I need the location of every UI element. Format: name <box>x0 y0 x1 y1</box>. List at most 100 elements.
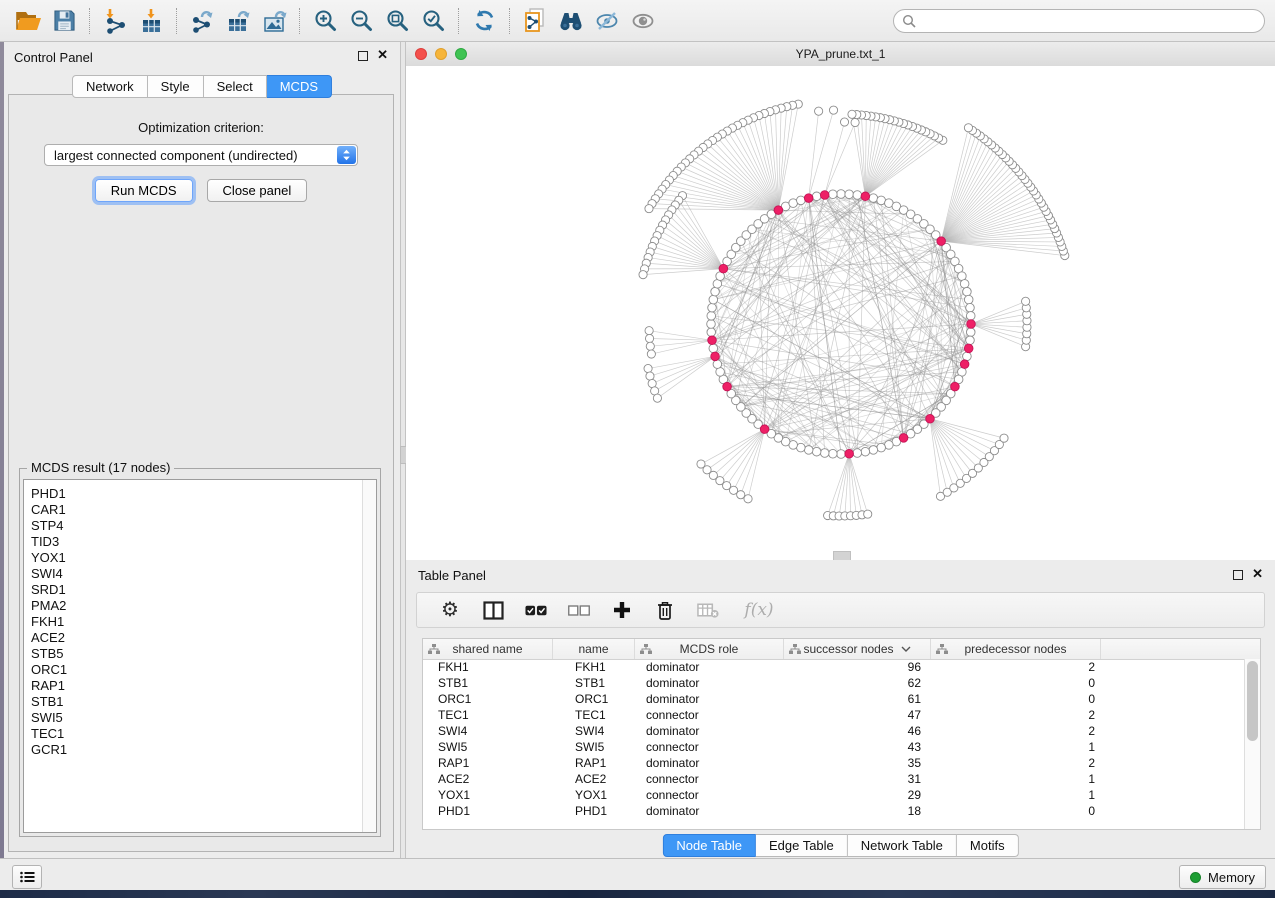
network-node[interactable] <box>869 194 878 203</box>
mcds-result-item[interactable]: FKH1 <box>31 614 376 630</box>
table-row[interactable]: SWI4SWI4dominator462 <box>423 723 1245 739</box>
network-node[interactable] <box>707 312 716 321</box>
function-builder-button[interactable]: f(x) <box>740 598 778 622</box>
memory-button[interactable]: Memory <box>1179 865 1266 889</box>
network-graph[interactable] <box>406 66 1275 560</box>
network-node[interactable] <box>815 107 823 115</box>
network-node[interactable] <box>829 106 837 114</box>
network-node[interactable] <box>647 350 655 358</box>
select-all-columns-button[interactable] <box>525 598 547 622</box>
network-node[interactable] <box>864 510 872 518</box>
network-node[interactable] <box>837 450 846 459</box>
network-node[interactable] <box>645 205 653 213</box>
network-node[interactable] <box>966 312 975 321</box>
network-node[interactable] <box>639 271 647 279</box>
network-node[interactable] <box>709 295 718 304</box>
dominator-node[interactable] <box>845 449 854 458</box>
open-file-button[interactable] <box>10 4 46 38</box>
import-network-button[interactable] <box>97 4 133 38</box>
mcds-result-item[interactable]: RAP1 <box>31 678 376 694</box>
network-node[interactable] <box>845 190 854 199</box>
mcds-result-item[interactable]: STB5 <box>31 646 376 662</box>
network-node[interactable] <box>1022 297 1030 305</box>
first-neighbors-button[interactable] <box>553 4 589 38</box>
criterion-select[interactable]: largest connected component (undirected) <box>44 144 358 166</box>
save-session-button[interactable] <box>46 4 82 38</box>
network-node[interactable] <box>853 449 862 458</box>
network-node[interactable] <box>645 334 653 342</box>
table-row[interactable]: FKH1FKH1dominator962 <box>423 659 1245 675</box>
network-node[interactable] <box>797 196 806 205</box>
dominator-node[interactable] <box>951 382 960 391</box>
mcds-result-item[interactable]: SRD1 <box>31 582 376 598</box>
dominator-node[interactable] <box>937 237 946 246</box>
network-node[interactable] <box>861 447 870 456</box>
network-node[interactable] <box>646 372 654 380</box>
mcds-result-item[interactable]: PMA2 <box>31 598 376 614</box>
table-row[interactable]: ORC1ORC1dominator610 <box>423 691 1245 707</box>
column-header-shared-name[interactable]: shared name <box>423 639 553 659</box>
network-node[interactable] <box>812 192 821 201</box>
dominator-node[interactable] <box>964 344 973 353</box>
delete-table-button[interactable] <box>697 598 719 622</box>
node-table[interactable]: shared namenameMCDS rolesuccessor nodesp… <box>422 638 1261 830</box>
dominator-node[interactable] <box>760 425 769 434</box>
import-table-button[interactable] <box>133 4 169 38</box>
dominator-node[interactable] <box>861 192 870 201</box>
network-node[interactable] <box>707 328 716 337</box>
network-node[interactable] <box>653 394 661 402</box>
hide-selected-button[interactable] <box>589 4 625 38</box>
mcds-result-item[interactable]: SWI4 <box>31 566 376 582</box>
network-node[interactable] <box>851 118 859 126</box>
run-mcds-button[interactable]: Run MCDS <box>95 179 193 202</box>
network-node[interactable] <box>711 287 720 296</box>
dominator-node[interactable] <box>708 336 717 345</box>
table-scrollbar[interactable] <box>1244 659 1260 829</box>
result-list-scrollbar[interactable] <box>362 480 376 832</box>
export-network-button[interactable] <box>184 4 220 38</box>
network-node[interactable] <box>713 360 722 369</box>
network-node[interactable] <box>812 447 821 456</box>
network-node[interactable] <box>966 328 975 337</box>
table-row[interactable]: SWI5SWI5connector431 <box>423 739 1245 755</box>
network-node[interactable] <box>964 295 973 304</box>
network-node[interactable] <box>877 443 886 452</box>
delete-column-button[interactable] <box>654 598 676 622</box>
network-node[interactable] <box>820 449 829 458</box>
network-node[interactable] <box>829 449 838 458</box>
scrollbar-thumb[interactable] <box>1247 661 1258 741</box>
network-node[interactable] <box>869 446 878 455</box>
float-window-icon[interactable] <box>1233 570 1243 580</box>
dominator-node[interactable] <box>926 414 935 423</box>
dominator-node[interactable] <box>711 352 720 361</box>
mcds-result-item[interactable]: STP4 <box>31 518 376 534</box>
close-panel-icon[interactable]: ✕ <box>1252 569 1263 579</box>
table-settings-button[interactable]: ⚙ <box>439 598 461 622</box>
deselect-all-columns-button[interactable] <box>568 598 590 622</box>
network-node[interactable] <box>646 342 654 350</box>
tab-node-table[interactable]: Node Table <box>662 834 756 857</box>
tab-mcds[interactable]: MCDS <box>267 75 332 98</box>
tab-motifs[interactable]: Motifs <box>957 834 1019 857</box>
search-input[interactable] <box>921 12 1256 29</box>
close-window-icon[interactable] <box>415 48 427 60</box>
split-columns-button[interactable] <box>482 598 504 622</box>
clone-network-button[interactable] <box>517 4 553 38</box>
table-row[interactable]: ACE2ACE2connector311 <box>423 771 1245 787</box>
export-image-button[interactable] <box>256 4 292 38</box>
network-node[interactable] <box>964 124 972 132</box>
network-node[interactable] <box>837 190 846 199</box>
zoom-fit-button[interactable] <box>379 4 415 38</box>
mcds-result-item[interactable]: TEC1 <box>31 726 376 742</box>
tab-style[interactable]: Style <box>148 75 204 98</box>
column-header-successor-nodes[interactable]: successor nodes <box>784 639 931 659</box>
column-header-name[interactable]: name <box>553 639 635 659</box>
mcds-result-list[interactable]: PHD1CAR1STP4TID3YOX1SWI4SRD1PMA2FKH1ACE2… <box>23 479 377 833</box>
dominator-node[interactable] <box>967 320 976 329</box>
dominator-node[interactable] <box>820 191 829 200</box>
refresh-layout-button[interactable] <box>466 4 502 38</box>
network-node[interactable] <box>829 190 838 199</box>
network-window-titlebar[interactable]: YPA_prune.txt_1 <box>406 42 1275 67</box>
dominator-node[interactable] <box>899 434 908 443</box>
dominator-node[interactable] <box>723 382 732 391</box>
